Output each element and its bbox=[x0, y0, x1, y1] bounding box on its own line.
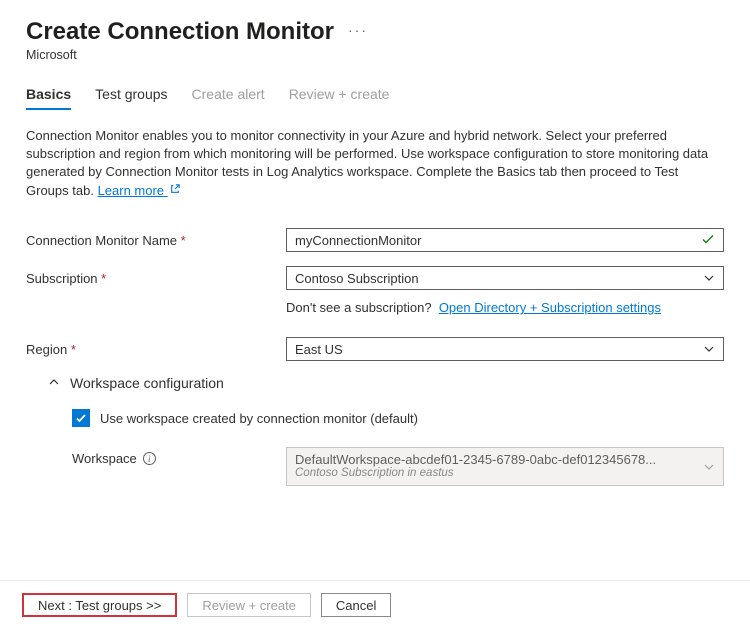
page-header: Create Connection Monitor ··· Microsoft bbox=[26, 18, 724, 62]
learn-more-link[interactable]: Learn more bbox=[98, 183, 180, 198]
workspace-config-toggle[interactable]: Workspace configuration bbox=[48, 375, 724, 391]
tab-bar: Basics Test groups Create alert Review +… bbox=[26, 80, 724, 111]
row-workspace: Workspace i DefaultWorkspace-abcdef01-23… bbox=[72, 447, 724, 486]
label-workspace: Workspace i bbox=[72, 447, 286, 466]
chevron-down-icon bbox=[703, 272, 715, 284]
wizard-footer: Next : Test groups >> Review + create Ca… bbox=[0, 580, 750, 629]
row-use-default-workspace: Use workspace created by connection moni… bbox=[72, 409, 724, 427]
workspace-config-title: Workspace configuration bbox=[70, 375, 224, 391]
select-subscription[interactable]: Contoso Subscription bbox=[286, 266, 724, 290]
workspace-value-primary: DefaultWorkspace-abcdef01-2345-6789-0abc… bbox=[295, 452, 715, 467]
page-title: Create Connection Monitor bbox=[26, 18, 334, 46]
tab-create-alert: Create alert bbox=[192, 80, 265, 110]
external-link-icon bbox=[170, 181, 180, 191]
input-connection-monitor-name-wrap[interactable] bbox=[286, 228, 724, 252]
checkbox-use-default-workspace[interactable] bbox=[72, 409, 90, 427]
cancel-button[interactable]: Cancel bbox=[321, 593, 391, 617]
workspace-value-secondary: Contoso Subscription in eastus bbox=[295, 467, 715, 479]
more-actions-icon[interactable]: ··· bbox=[348, 22, 368, 42]
label-region: Region * bbox=[26, 342, 286, 357]
select-region[interactable]: East US bbox=[286, 337, 724, 361]
row-connection-monitor-name: Connection Monitor Name * bbox=[26, 228, 724, 252]
page-subtitle: Microsoft bbox=[26, 48, 724, 62]
row-region: Region * East US bbox=[26, 337, 724, 361]
select-workspace-disabled: DefaultWorkspace-abcdef01-2345-6789-0abc… bbox=[286, 447, 724, 486]
info-icon[interactable]: i bbox=[143, 452, 156, 465]
checkbox-use-default-workspace-label: Use workspace created by connection moni… bbox=[100, 411, 418, 426]
chevron-up-icon bbox=[48, 376, 60, 391]
next-button[interactable]: Next : Test groups >> bbox=[22, 593, 177, 617]
valid-check-icon bbox=[701, 232, 715, 249]
select-region-value: East US bbox=[295, 342, 343, 357]
label-connection-monitor-name: Connection Monitor Name * bbox=[26, 233, 286, 248]
open-directory-subscription-link[interactable]: Open Directory + Subscription settings bbox=[439, 300, 661, 315]
chevron-down-icon bbox=[703, 461, 715, 473]
label-subscription: Subscription * bbox=[26, 271, 286, 286]
subscription-helper: Don't see a subscription? Open Directory… bbox=[286, 300, 724, 315]
input-connection-monitor-name[interactable] bbox=[295, 233, 695, 248]
tab-test-groups[interactable]: Test groups bbox=[95, 80, 167, 110]
select-subscription-value: Contoso Subscription bbox=[295, 271, 419, 286]
review-create-button: Review + create bbox=[187, 593, 311, 617]
tab-basics[interactable]: Basics bbox=[26, 80, 71, 110]
chevron-down-icon bbox=[703, 343, 715, 355]
row-subscription: Subscription * Contoso Subscription bbox=[26, 266, 724, 290]
tab-review-create: Review + create bbox=[289, 80, 390, 110]
intro-description: Connection Monitor enables you to monito… bbox=[26, 127, 724, 200]
